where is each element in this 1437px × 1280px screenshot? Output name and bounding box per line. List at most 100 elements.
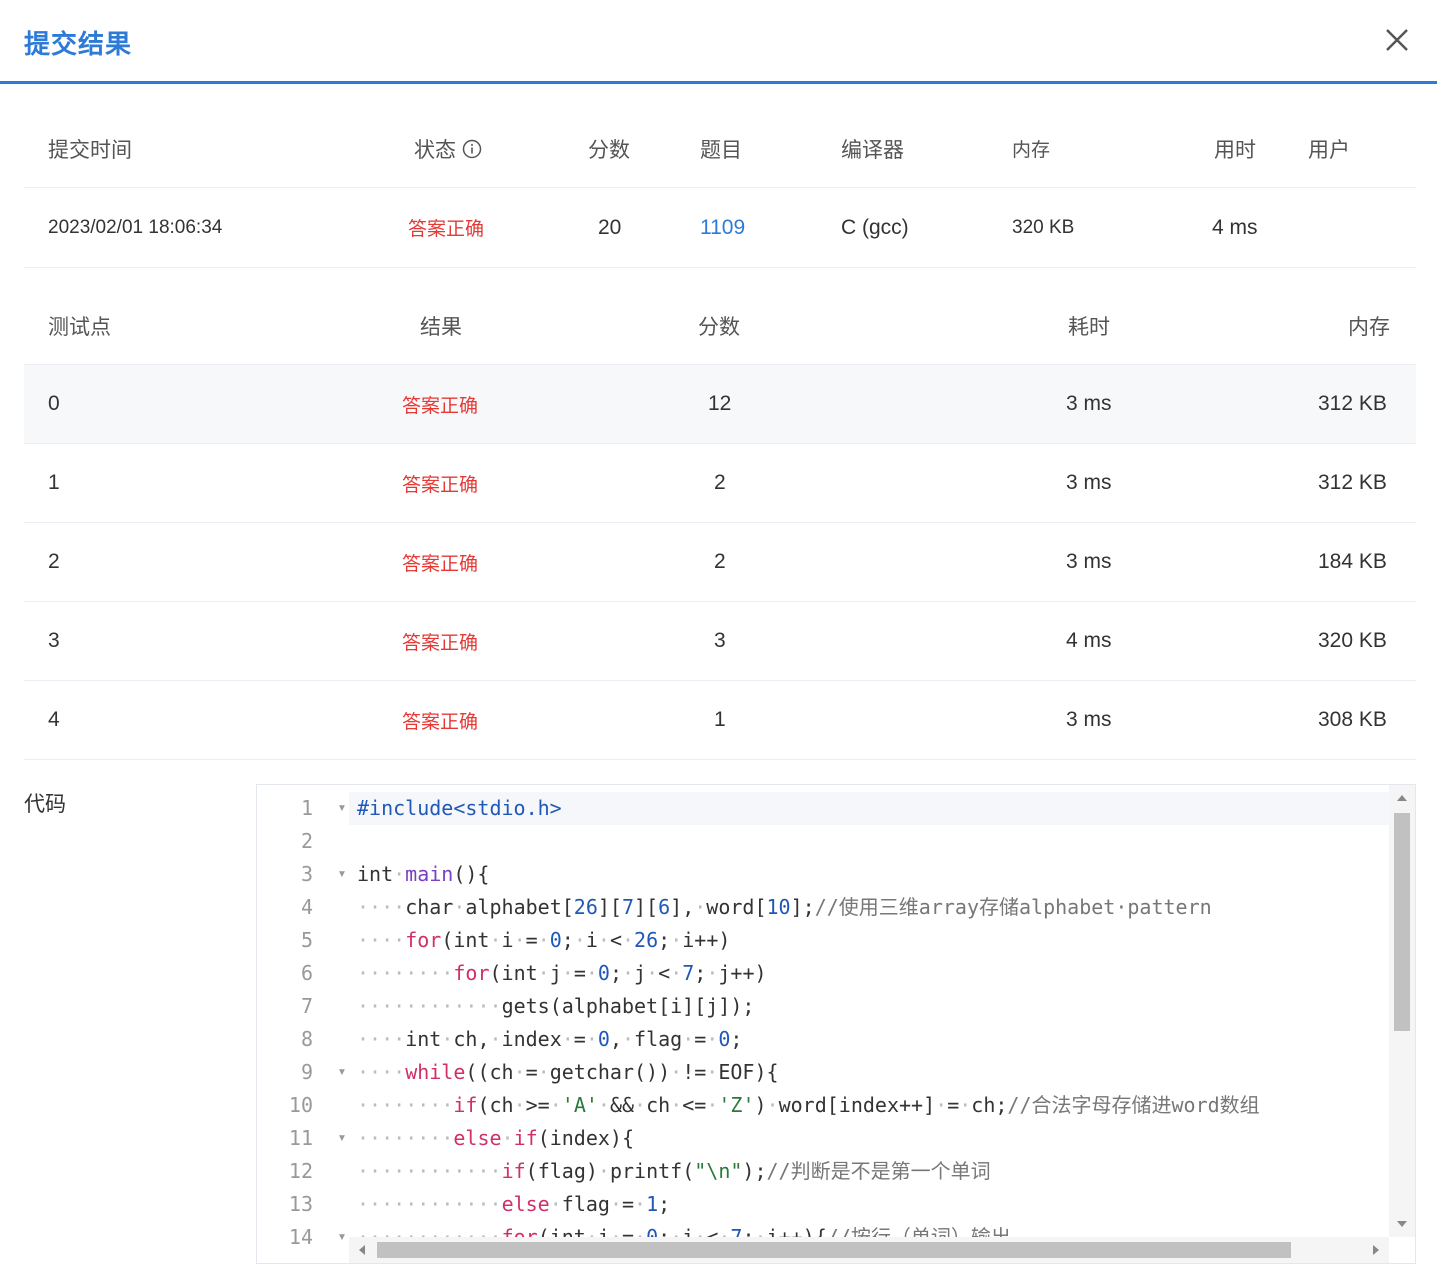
- code-line-text: ····int·ch,·index·=·0,·flag·=·0;: [357, 1027, 743, 1051]
- col-duration: 用时: [1214, 138, 1256, 162]
- test-time: 3 ms: [1066, 550, 1112, 573]
- test-result: 答案正确: [402, 711, 479, 733]
- summary-header-row: 提交时间 状态 分数 题目 编译器 内存 用时 用户: [24, 110, 1416, 188]
- table-row: 2 答案正确 2 3 ms 184 KB: [24, 523, 1416, 602]
- code-line-text: ····for(int·i·=·0;·i·<·26;·i++): [357, 928, 731, 952]
- code-line-text: ····while((ch·=·getchar())·!=·EOF){: [357, 1060, 779, 1084]
- col-user: 用户: [1308, 138, 1350, 162]
- code-line-text: ············else·flag·=·1;: [357, 1192, 671, 1216]
- code-line-text: ············if(flag)·printf("\n");//判断是不…: [357, 1159, 991, 1183]
- table-row: 4 答案正确 1 3 ms 308 KB: [24, 681, 1416, 760]
- col-test-case: 测试点: [48, 316, 111, 339]
- test-result: 答案正确: [402, 553, 479, 575]
- test-result: 答案正确: [402, 632, 479, 654]
- info-icon[interactable]: [462, 139, 482, 159]
- fold-arrow-icon[interactable]: ▼: [337, 858, 347, 891]
- memory-value: 320 KB: [1012, 216, 1075, 238]
- test-time: 4 ms: [1066, 629, 1112, 652]
- test-score: 1: [714, 708, 726, 731]
- test-score: 2: [714, 550, 726, 573]
- code-line: ············gets(alphabet[i][j]);: [349, 990, 1389, 1023]
- code-line-text: int·main(){: [357, 862, 490, 886]
- col-score: 分数: [588, 138, 630, 162]
- dialog-title: 提交结果: [24, 29, 133, 59]
- table-row: 1 答案正确 2 3 ms 312 KB: [24, 444, 1416, 523]
- code-line: ············for(int·i·=·0;·i·<·7;·i++){/…: [349, 1221, 1389, 1237]
- test-time: 3 ms: [1066, 708, 1112, 731]
- horizontal-scroll-thumb[interactable]: [377, 1242, 1291, 1258]
- line-number: 13: [288, 1192, 313, 1216]
- code-line-text: ····char·alphabet[26][7][6],·word[10];//…: [357, 895, 1212, 919]
- duration-value: 4 ms: [1212, 215, 1258, 239]
- table-row: 3 答案正确 3 4 ms 320 KB: [24, 602, 1416, 681]
- test-memory: 312 KB: [1318, 392, 1387, 415]
- line-number: 8: [300, 1027, 313, 1051]
- tests-header-row: 测试点 结果 分数 耗时 内存: [24, 288, 1416, 365]
- code-line-text: ········else·if(index){: [357, 1126, 635, 1150]
- code-line: ········if(ch·>=·'A'·&&·ch·<=·'Z')·word[…: [349, 1089, 1389, 1122]
- test-score: 2: [714, 471, 726, 494]
- horizontal-scrollbar[interactable]: [349, 1237, 1389, 1263]
- test-case: 3: [48, 629, 60, 652]
- col-test-time: 耗时: [1068, 316, 1110, 339]
- vertical-scrollbar[interactable]: [1389, 785, 1415, 1237]
- scroll-up-icon[interactable]: [1397, 795, 1407, 801]
- col-test-result: 结果: [420, 316, 462, 339]
- fold-arrow-icon[interactable]: ▼: [337, 1122, 347, 1155]
- test-score: 12: [708, 392, 732, 415]
- code-line: ········else·if(index){: [349, 1122, 1389, 1155]
- test-result: 答案正确: [402, 474, 479, 496]
- line-number: 4: [300, 895, 313, 919]
- fold-arrow-icon[interactable]: ▼: [337, 1221, 347, 1254]
- fold-arrow-icon[interactable]: ▼: [337, 1056, 347, 1089]
- col-status: 状态: [414, 110, 482, 187]
- test-case: 0: [48, 392, 60, 415]
- code-line-text: ············gets(alphabet[i][j]);: [357, 994, 755, 1018]
- line-number: 9: [300, 1060, 313, 1084]
- test-memory: 184 KB: [1318, 550, 1387, 573]
- code-label: 代码: [24, 793, 66, 816]
- scroll-right-icon[interactable]: [1373, 1245, 1379, 1255]
- problem-link[interactable]: 1109: [700, 188, 745, 267]
- line-number: 10: [288, 1093, 313, 1117]
- scroll-down-icon[interactable]: [1397, 1221, 1407, 1227]
- compiler-value: C (gcc): [841, 215, 909, 239]
- line-number: 5: [300, 928, 313, 952]
- col-test-memory: 内存: [1348, 316, 1390, 339]
- line-number: 6: [300, 961, 313, 985]
- close-icon[interactable]: [1383, 26, 1411, 54]
- test-result: 答案正确: [402, 395, 479, 417]
- line-number: 1: [300, 796, 313, 820]
- code-line: ····char·alphabet[26][7][6],·word[10];//…: [349, 891, 1389, 924]
- dialog-header: 提交结果: [0, 0, 1437, 84]
- test-case: 4: [48, 708, 60, 731]
- line-gutter: 1 ▼ 2 3 ▼ 4 5 6 7 8 9 ▼ 10 11 ▼ 12 13 14 ▼: [257, 785, 349, 1263]
- scroll-left-icon[interactable]: [359, 1245, 365, 1255]
- line-number: 12: [288, 1159, 313, 1183]
- code-line-text: #include<stdio.h>: [357, 796, 562, 820]
- col-compiler: 编译器: [841, 138, 904, 162]
- submit-time: 2023/02/01 18:06:34: [48, 216, 223, 238]
- col-status-label: 状态: [414, 138, 456, 162]
- line-number: 14: [288, 1225, 313, 1249]
- vertical-scroll-thumb[interactable]: [1394, 813, 1410, 1031]
- test-memory: 320 KB: [1318, 629, 1387, 652]
- table-row: 0 答案正确 12 3 ms 312 KB: [24, 365, 1416, 444]
- status-badge: 答案正确: [408, 219, 485, 240]
- total-score: 20: [598, 215, 622, 239]
- code-area[interactable]: #include<stdio.h> int·main(){ ····char·alp…: [349, 785, 1389, 1237]
- test-case: 2: [48, 550, 60, 573]
- code-line: ············if(flag)·printf("\n");//判断是不…: [349, 1155, 1389, 1188]
- test-time: 3 ms: [1066, 471, 1112, 494]
- code-line: ····for(int·i·=·0;·i·<·26;·i++): [349, 924, 1389, 957]
- col-submit-time: 提交时间: [48, 138, 132, 162]
- fold-arrow-icon[interactable]: ▼: [337, 792, 347, 825]
- test-memory: 308 KB: [1318, 708, 1387, 731]
- code-editor[interactable]: 1 ▼ 2 3 ▼ 4 5 6 7 8 9 ▼ 10 11 ▼ 12 13 14 ▼ #include<stdio.…: [256, 784, 1416, 1264]
- code-line: ····while((ch·=·getchar())·!=·EOF){: [349, 1056, 1389, 1089]
- code-line: int·main(){: [349, 858, 1389, 891]
- line-number: 7: [300, 994, 313, 1018]
- code-line: ············else·flag·=·1;: [349, 1188, 1389, 1221]
- test-case: 1: [48, 471, 60, 494]
